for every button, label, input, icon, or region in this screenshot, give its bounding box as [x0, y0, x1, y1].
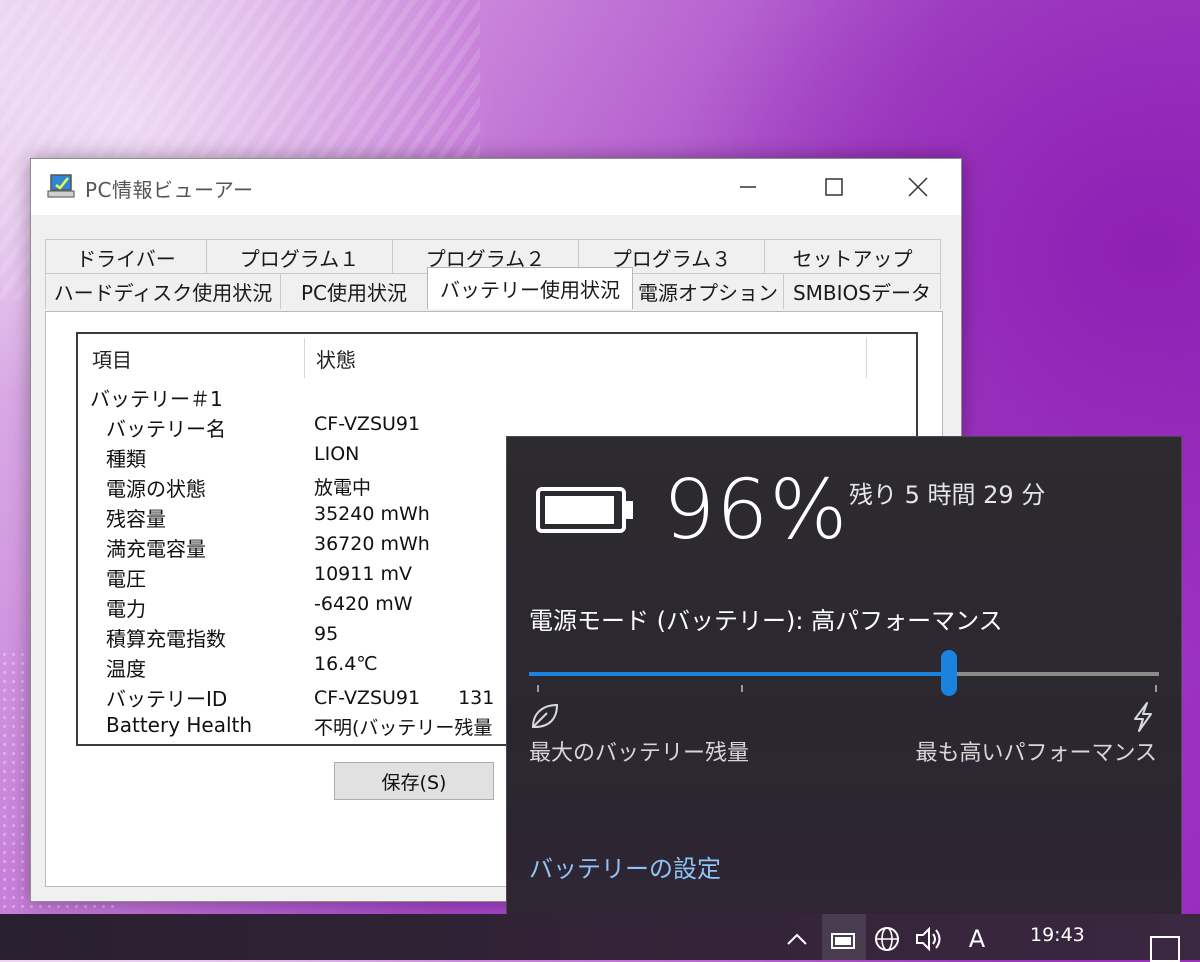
- taskbar: A 19:43: [0, 914, 1200, 962]
- taskbar-clock[interactable]: 19:43: [1030, 924, 1085, 946]
- save-button[interactable]: 保存(S): [334, 762, 494, 800]
- battery-icon: [536, 487, 633, 533]
- list-group-battery-1[interactable]: バッテリー＃1: [78, 380, 916, 411]
- tab-power-options[interactable]: 電源オプション: [632, 273, 784, 309]
- slider-tick: [537, 685, 539, 692]
- tab-pc-usage[interactable]: PC使用状況: [280, 273, 428, 309]
- leaf-icon: [531, 703, 559, 728]
- max-battery-label: 最大のバッテリー残量: [529, 741, 750, 766]
- item-label: バッテリーID: [106, 687, 228, 711]
- close-button[interactable]: [875, 159, 961, 215]
- window-title: PC情報ビューアー: [85, 178, 254, 202]
- slider-tick: [741, 685, 743, 692]
- column-divider[interactable]: [866, 338, 867, 378]
- item-value: -6420 mW: [314, 593, 413, 615]
- item-label: バッテリー名: [106, 417, 226, 441]
- tab-row-2: ハードディスク使用状況 PC使用状況 バッテリー使用状況 電源オプション SMB…: [45, 267, 941, 309]
- close-icon: [908, 177, 928, 197]
- tab-program-1[interactable]: プログラム１: [206, 239, 393, 275]
- chevron-up-icon: [787, 933, 807, 945]
- battery-remaining-time: 残り 5 時間 29 分: [849, 481, 1046, 509]
- item-label: Battery Health: [106, 713, 253, 737]
- item-value: 95: [314, 623, 339, 645]
- battery-flyout: 96% 残り 5 時間 29 分 電源モード (バッテリー): 高パフォーマンス…: [506, 436, 1182, 918]
- notification-icon[interactable]: [1150, 936, 1180, 962]
- power-mode-slider[interactable]: [529, 650, 1159, 696]
- column-header-item[interactable]: 項目: [92, 344, 132, 373]
- item-label: 電源の状態: [106, 477, 206, 501]
- pc-monitor-icon: [47, 174, 75, 198]
- tab-setup[interactable]: セットアップ: [764, 239, 941, 275]
- volume-icon: [916, 926, 941, 952]
- tab-battery-usage[interactable]: バッテリー使用状況: [427, 267, 633, 309]
- power-mode-label: 電源モード (バッテリー): 高パフォーマンス: [529, 607, 1003, 635]
- item-value: CF-VZSU91: [314, 413, 421, 435]
- item-value: 放電中: [314, 477, 372, 499]
- battery-percentage: 96%: [663, 463, 849, 558]
- column-divider[interactable]: [304, 338, 305, 378]
- item-value: 16.4℃: [314, 653, 378, 675]
- best-performance-label: 最も高いパフォーマンス: [915, 741, 1157, 766]
- item-label: 電力: [106, 597, 146, 621]
- item-value: 36720 mWh: [314, 533, 430, 555]
- tab-smbios-data[interactable]: SMBIOSデータ: [783, 273, 941, 309]
- item-label: 残容量: [106, 507, 166, 531]
- item-value: 10911 mV: [314, 563, 412, 585]
- volume-button[interactable]: [914, 924, 944, 954]
- tab-harddisk-usage[interactable]: ハードディスク使用状況: [45, 273, 281, 309]
- item-value: LION: [314, 443, 360, 465]
- battery-icon: [831, 933, 855, 949]
- minimize-button[interactable]: [705, 159, 791, 215]
- group-label: バッテリー＃1: [90, 387, 223, 411]
- item-value: 35240 mWh: [314, 503, 430, 525]
- lightning-bolt-icon: [1134, 702, 1152, 732]
- item-label: 電圧: [106, 567, 146, 591]
- slider-track-fill: [529, 672, 949, 676]
- taskbar-battery[interactable]: [829, 924, 859, 954]
- item-label: 温度: [106, 657, 146, 681]
- tab-driver[interactable]: ドライバー: [45, 239, 207, 275]
- item-label: 種類: [106, 447, 146, 471]
- minimize-icon: [740, 186, 756, 188]
- battery-level-fill: [545, 496, 614, 524]
- slider-tick: [1155, 685, 1157, 692]
- item-value: CF-VZSU91 131: [314, 687, 495, 709]
- column-header-status[interactable]: 状態: [316, 344, 356, 373]
- item-label: 積算充電指数: [106, 627, 226, 651]
- network-button[interactable]: [872, 924, 902, 954]
- item-value: 不明(バッテリー残量: [314, 717, 493, 739]
- ime-indicator[interactable]: A: [962, 924, 992, 954]
- list-header: 項目 状態: [78, 334, 916, 380]
- maximize-button[interactable]: [791, 159, 877, 215]
- title-bar[interactable]: PC情報ビューアー: [31, 159, 961, 215]
- maximize-icon: [825, 178, 843, 196]
- globe-icon: [875, 927, 899, 951]
- show-hidden-icons-button[interactable]: [782, 924, 812, 954]
- slider-thumb[interactable]: [941, 650, 957, 696]
- item-label: 満充電容量: [106, 537, 206, 561]
- battery-settings-link[interactable]: バッテリーの設定: [529, 849, 721, 884]
